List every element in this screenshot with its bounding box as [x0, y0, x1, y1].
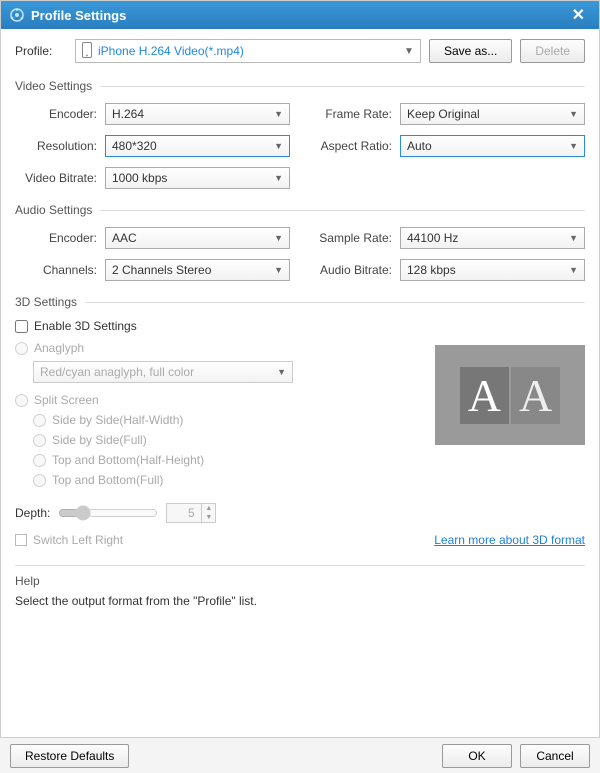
chevron-down-icon: ▼ [274, 173, 283, 183]
chevron-down-icon: ▼ [277, 367, 286, 377]
anaglyph-label: Anaglyph [34, 341, 84, 355]
switch-lr-label: Switch Left Right [33, 533, 123, 547]
resolution-dropdown[interactable]: 480*320▼ [105, 135, 290, 157]
audio-legend: Audio Settings [15, 203, 100, 217]
help-title: Help [15, 574, 585, 588]
preview-letter-left: A [460, 367, 509, 424]
chevron-down-icon: ▼ [569, 233, 578, 243]
depth-slider [58, 505, 158, 521]
audio-bitrate-label: Audio Bitrate: [310, 263, 400, 277]
help-section: Help Select the output format from the "… [15, 565, 585, 608]
video-encoder-dropdown[interactable]: H.264▼ [105, 103, 290, 125]
enable-3d-label: Enable 3D Settings [34, 319, 137, 333]
restore-defaults-button[interactable]: Restore Defaults [10, 744, 129, 768]
profile-dropdown[interactable]: iPhone H.264 Video(*.mp4) ▼ [75, 39, 421, 63]
chevron-down-icon: ▼ [569, 265, 578, 275]
phone-icon [82, 42, 92, 61]
chevron-down-icon: ▼ [274, 233, 283, 243]
chevron-down-icon: ▼ [404, 46, 414, 57]
3d-settings-group: 3D Settings Enable 3D Settings Anaglyph … [15, 295, 585, 547]
chevron-down-icon: ▼ [274, 141, 283, 151]
split-screen-radio [15, 394, 28, 407]
samplerate-label: Sample Rate: [310, 231, 400, 245]
titlebar: Profile Settings ✕ [1, 1, 599, 29]
3d-preview: A A [435, 345, 585, 445]
chevron-down-icon: ▼ [274, 109, 283, 119]
depth-label: Depth: [15, 506, 50, 520]
tab-full-radio [33, 474, 46, 487]
anaglyph-radio [15, 342, 28, 355]
channels-dropdown[interactable]: 2 Channels Stereo▼ [105, 259, 290, 281]
profile-value: iPhone H.264 Video(*.mp4) [98, 44, 404, 58]
chevron-down-icon: ▼ [569, 141, 578, 151]
chevron-down-icon: ▼ [202, 513, 215, 522]
switch-lr-checkbox [15, 534, 27, 546]
framerate-dropdown[interactable]: Keep Original▼ [400, 103, 585, 125]
audio-bitrate-dropdown[interactable]: 128 kbps▼ [400, 259, 585, 281]
resolution-label: Resolution: [15, 139, 105, 153]
aspect-dropdown[interactable]: Auto▼ [400, 135, 585, 157]
delete-button: Delete [520, 39, 585, 63]
chevron-down-icon: ▼ [274, 265, 283, 275]
window-title: Profile Settings [31, 8, 126, 23]
video-bitrate-dropdown[interactable]: 1000 kbps▼ [105, 167, 290, 189]
channels-label: Channels: [15, 263, 105, 277]
enable-3d-checkbox[interactable] [15, 320, 28, 333]
help-text: Select the output format from the "Profi… [15, 594, 585, 608]
save-as-button[interactable]: Save as... [429, 39, 512, 63]
audio-settings-group: Audio Settings Encoder: AAC▼ Sample Rate… [15, 203, 585, 281]
video-settings-group: Video Settings Encoder: H.264▼ Frame Rat… [15, 79, 585, 189]
ok-button[interactable]: OK [442, 744, 512, 768]
samplerate-dropdown[interactable]: 44100 Hz▼ [400, 227, 585, 249]
chevron-down-icon: ▼ [569, 109, 578, 119]
framerate-label: Frame Rate: [310, 107, 400, 121]
footer: Restore Defaults OK Cancel [0, 737, 600, 773]
preview-letter-right: A [511, 367, 560, 424]
split-screen-label: Split Screen [34, 393, 99, 407]
audio-encoder-dropdown[interactable]: AAC▼ [105, 227, 290, 249]
profile-label: Profile: [15, 44, 67, 58]
video-bitrate-label: Video Bitrate: [15, 171, 105, 185]
sbs-full-radio [33, 434, 46, 447]
video-legend: Video Settings [15, 79, 100, 93]
audio-encoder-label: Encoder: [15, 231, 105, 245]
app-icon [9, 7, 25, 23]
depth-spinner: 5 ▲▼ [166, 503, 216, 523]
cancel-button[interactable]: Cancel [520, 744, 590, 768]
close-icon[interactable]: ✕ [566, 5, 591, 25]
learn-more-link[interactable]: Learn more about 3D format [434, 533, 585, 547]
tab-half-radio [33, 454, 46, 467]
sbs-half-radio [33, 414, 46, 427]
3d-legend: 3D Settings [15, 295, 85, 309]
chevron-up-icon: ▲ [202, 504, 215, 513]
video-encoder-label: Encoder: [15, 107, 105, 121]
aspect-label: Aspect Ratio: [310, 139, 400, 153]
anaglyph-mode-dropdown: Red/cyan anaglyph, full color▼ [33, 361, 293, 383]
